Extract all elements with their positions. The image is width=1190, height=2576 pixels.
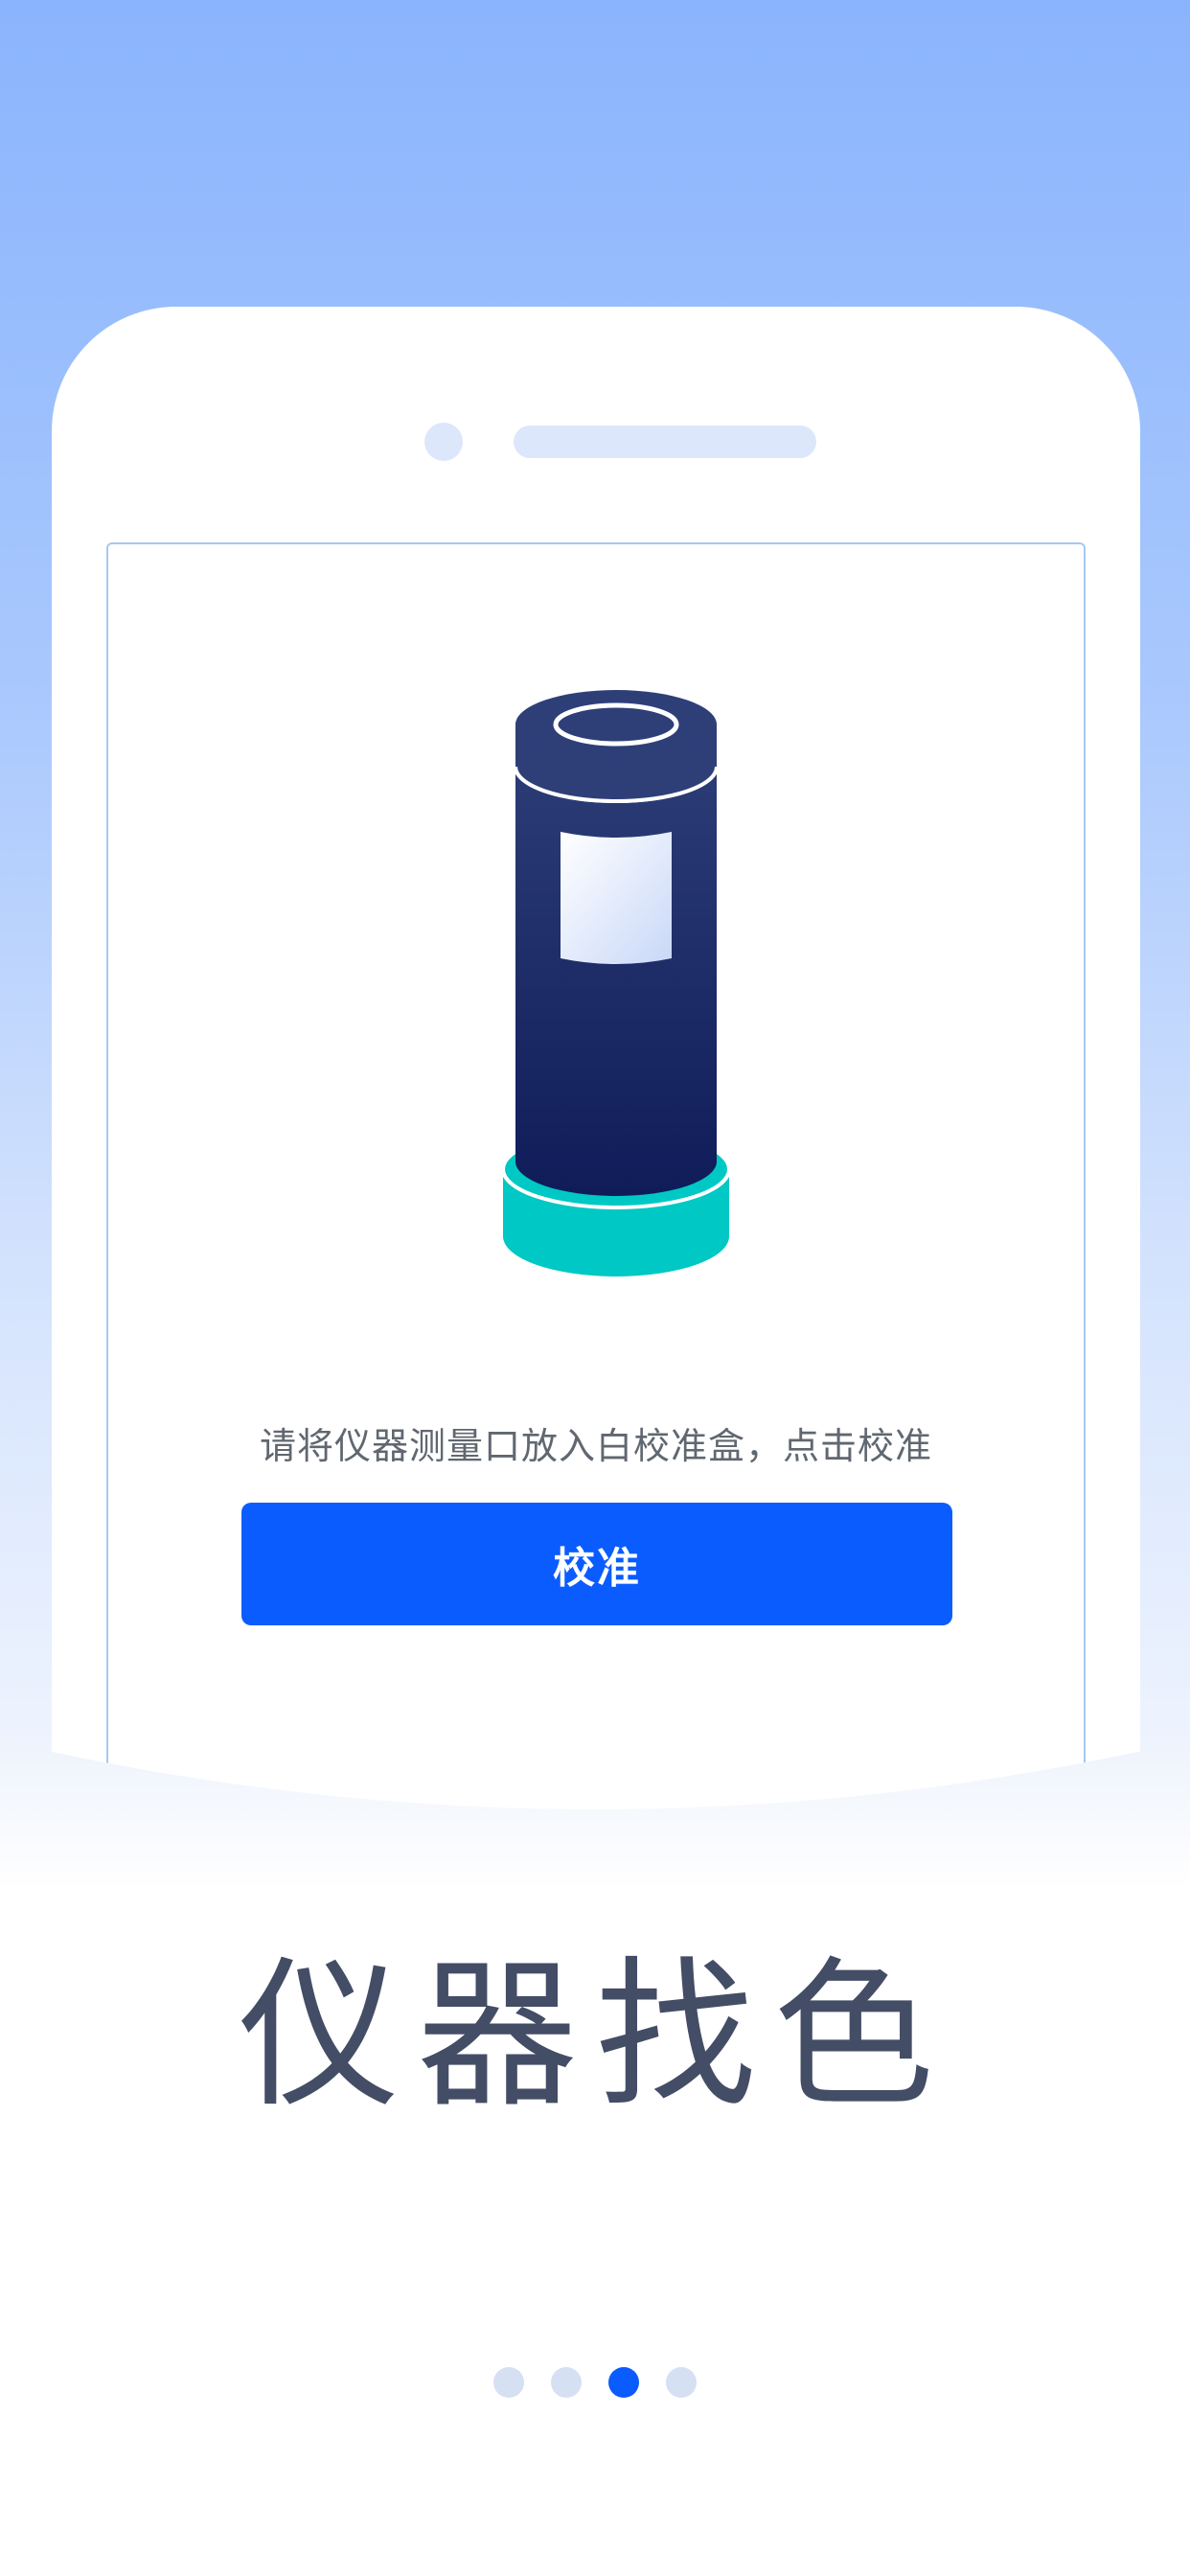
calibrator-device-icon bbox=[501, 690, 731, 1276]
page-dot-2[interactable] bbox=[551, 2367, 582, 2398]
page-dot-4[interactable] bbox=[666, 2367, 697, 2398]
page-indicator bbox=[0, 2367, 1190, 2398]
phone-screen: 请将仪器测量口放入白校准盒，点击校准 校准 bbox=[106, 542, 1086, 1888]
page-dot-1[interactable] bbox=[493, 2367, 524, 2398]
page-dot-3-active[interactable] bbox=[608, 2367, 639, 2398]
calibrate-button[interactable]: 校准 bbox=[241, 1503, 952, 1625]
page-title: 仪器找色 bbox=[239, 1942, 951, 2129]
instruction-text: 请将仪器测量口放入白校准盒，点击校准 bbox=[259, 1425, 932, 1467]
phone-camera bbox=[424, 423, 463, 461]
phone-speaker bbox=[514, 426, 816, 458]
bottom-curve-panel bbox=[0, 1740, 1190, 2576]
phone-frame: 请将仪器测量口放入白校准盒，点击校准 校准 bbox=[52, 307, 1140, 1888]
